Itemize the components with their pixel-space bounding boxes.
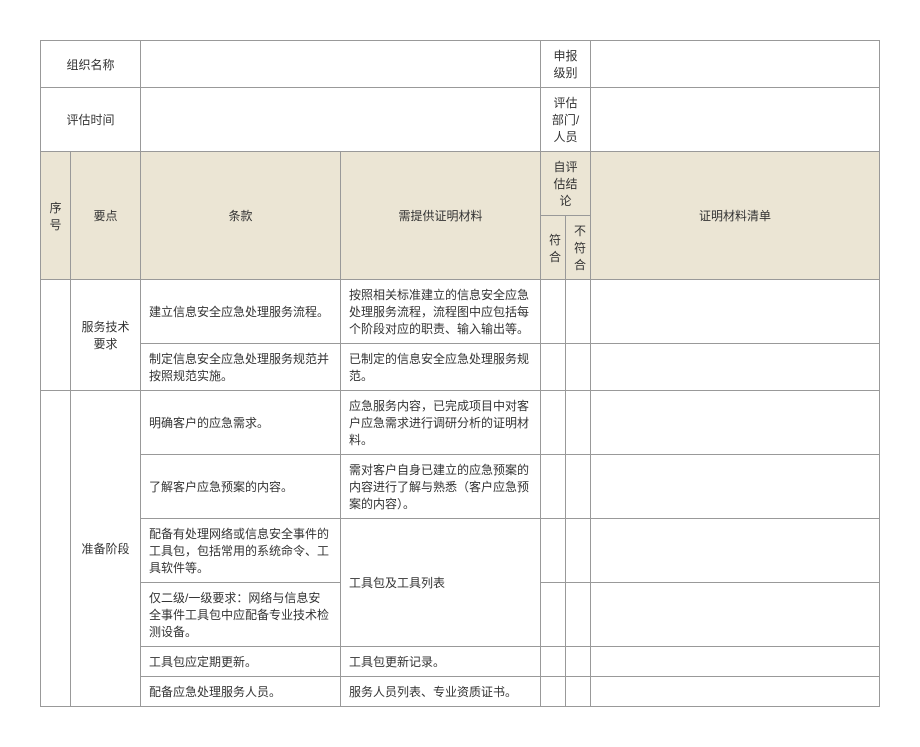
row-nonconform <box>566 280 591 344</box>
row-conform <box>541 280 566 344</box>
header-row-1: 序号 要点 条款 需提供证明材料 自评估结论 证明材料清单 <box>41 152 880 216</box>
row-clause: 明确客户的应急需求。 <box>141 391 341 455</box>
row-point: 准备阶段 <box>71 391 141 707</box>
row-conform <box>541 455 566 519</box>
col-evidence: 需提供证明材料 <box>341 152 541 280</box>
table-row: 服务技术要求 建立信息安全应急处理服务流程。 按照相关标准建立的信息安全应急处理… <box>41 280 880 344</box>
row-list <box>591 647 880 677</box>
time-value <box>141 88 541 152</box>
row-list <box>591 455 880 519</box>
row-evidence: 应急服务内容，已完成项目中对客户应急需求进行调研分析的证明材料。 <box>341 391 541 455</box>
row-evidence: 已制定的信息安全应急处理服务规范。 <box>341 344 541 391</box>
row-conform <box>541 344 566 391</box>
row-nonconform <box>566 647 591 677</box>
row-nonconform <box>566 455 591 519</box>
row-no <box>41 391 71 707</box>
row-clause: 制定信息安全应急处理服务规范并按照规范实施。 <box>141 344 341 391</box>
level-value <box>591 41 880 88</box>
col-point: 要点 <box>71 152 141 280</box>
meta-row-2: 评估时间 评估部门/人员 <box>41 88 880 152</box>
table-row: 配备应急处理服务人员。 服务人员列表、专业资质证书。 <box>41 677 880 707</box>
row-conform <box>541 647 566 677</box>
row-list <box>591 519 880 583</box>
col-list: 证明材料清单 <box>591 152 880 280</box>
row-list <box>591 583 880 647</box>
row-conform <box>541 677 566 707</box>
col-no: 序号 <box>41 152 71 280</box>
org-label: 组织名称 <box>41 41 141 88</box>
evaluation-table: 组织名称 申报级别 评估时间 评估部门/人员 序号 要点 条款 需提供证明材料 … <box>40 40 880 707</box>
row-clause: 仅二级/一级要求：网络与信息安全事件工具包中应配备专业技术检测设备。 <box>141 583 341 647</box>
table-row: 配备有处理网络或信息安全事件的工具包，包括常用的系统命令、工具软件等。 工具包及… <box>41 519 880 583</box>
meta-row-1: 组织名称 申报级别 <box>41 41 880 88</box>
row-list <box>591 280 880 344</box>
row-clause: 了解客户应急预案的内容。 <box>141 455 341 519</box>
row-evidence: 需对客户自身已建立的应急预案的内容进行了解与熟悉（客户应急预案的内容）。 <box>341 455 541 519</box>
row-evidence: 服务人员列表、专业资质证书。 <box>341 677 541 707</box>
row-clause: 配备有处理网络或信息安全事件的工具包，包括常用的系统命令、工具软件等。 <box>141 519 341 583</box>
table-row: 工具包应定期更新。 工具包更新记录。 <box>41 647 880 677</box>
row-point: 服务技术要求 <box>71 280 141 391</box>
row-nonconform <box>566 519 591 583</box>
row-conform <box>541 583 566 647</box>
row-list <box>591 677 880 707</box>
time-label: 评估时间 <box>41 88 141 152</box>
level-label: 申报级别 <box>541 41 591 88</box>
row-clause: 建立信息安全应急处理服务流程。 <box>141 280 341 344</box>
col-self-eval: 自评估结论 <box>541 152 591 216</box>
table-row: 了解客户应急预案的内容。 需对客户自身已建立的应急预案的内容进行了解与熟悉（客户… <box>41 455 880 519</box>
dept-label: 评估部门/人员 <box>541 88 591 152</box>
row-evidence: 工具包更新记录。 <box>341 647 541 677</box>
table-row: 准备阶段 明确客户的应急需求。 应急服务内容，已完成项目中对客户应急需求进行调研… <box>41 391 880 455</box>
row-list <box>591 344 880 391</box>
row-conform <box>541 519 566 583</box>
row-nonconform <box>566 391 591 455</box>
row-nonconform <box>566 344 591 391</box>
org-value <box>141 41 541 88</box>
col-clause: 条款 <box>141 152 341 280</box>
row-conform <box>541 391 566 455</box>
row-nonconform <box>566 677 591 707</box>
col-nonconform: 不符合 <box>566 216 591 280</box>
row-list <box>591 391 880 455</box>
row-evidence: 工具包及工具列表 <box>341 519 541 647</box>
row-evidence: 按照相关标准建立的信息安全应急处理服务流程，流程图中应包括每个阶段对应的职责、输… <box>341 280 541 344</box>
row-clause: 配备应急处理服务人员。 <box>141 677 341 707</box>
row-no <box>41 280 71 391</box>
col-conform: 符合 <box>541 216 566 280</box>
row-clause: 工具包应定期更新。 <box>141 647 341 677</box>
dept-value <box>591 88 880 152</box>
table-row: 制定信息安全应急处理服务规范并按照规范实施。 已制定的信息安全应急处理服务规范。 <box>41 344 880 391</box>
row-nonconform <box>566 583 591 647</box>
